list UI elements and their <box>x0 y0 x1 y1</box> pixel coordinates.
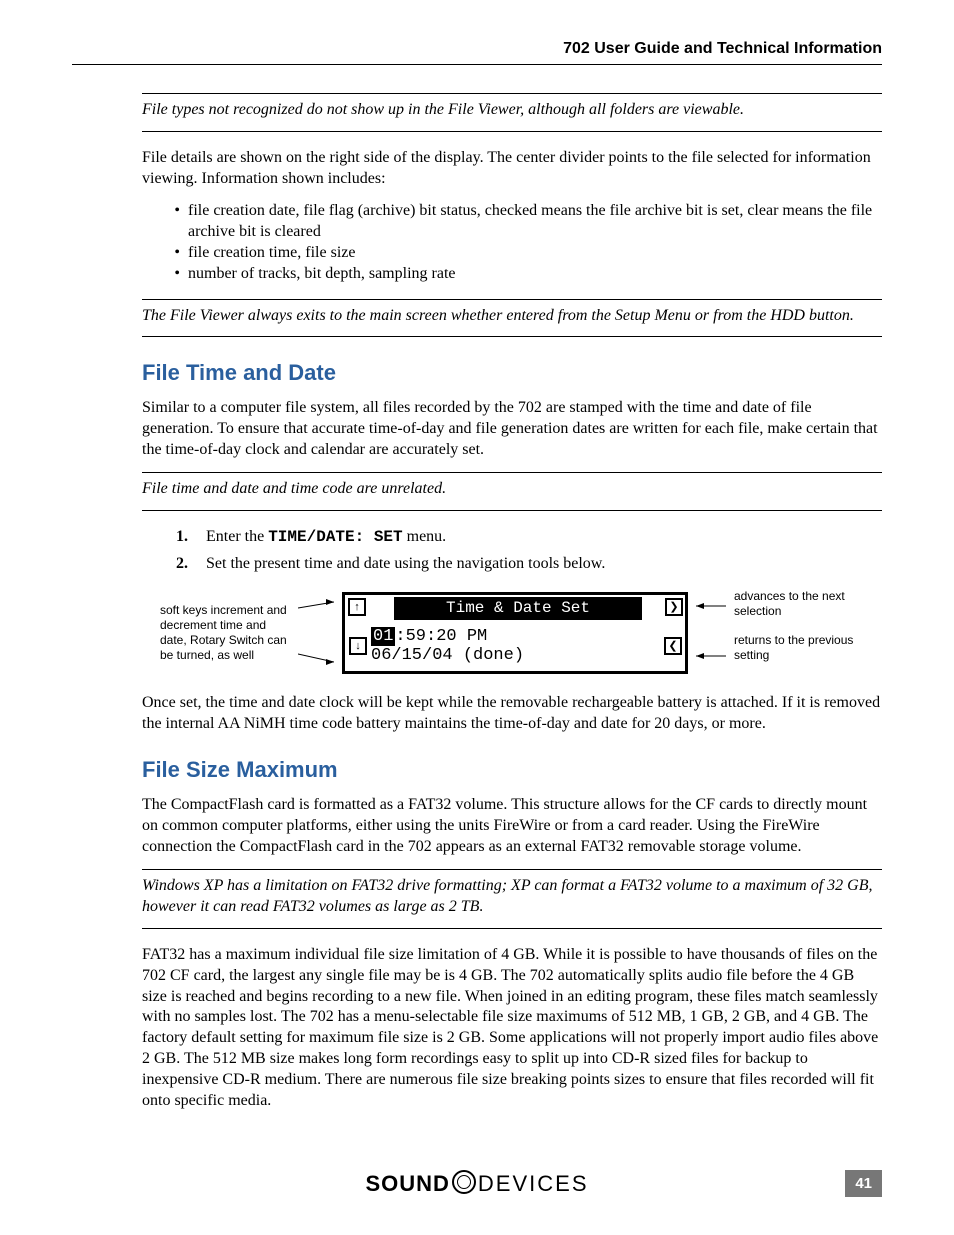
list-item: file creation date, file flag (archive) … <box>188 201 882 243</box>
lcd-screen: ↑ Time & Date Set ❯ ↓ 01:59:20 PM <box>342 592 688 674</box>
lcd-figure: soft keys increment and decrement time a… <box>142 589 882 677</box>
figure-caption-right: advances to the next selection returns t… <box>734 589 864 677</box>
running-header: 702 User Guide and Technical Information <box>72 40 882 65</box>
logo-text-bold: SOUND <box>365 1171 449 1196</box>
step-text: Enter the <box>206 528 268 545</box>
page-content: File types not recognized do not show up… <box>142 93 882 1111</box>
callout-note: File time and date and time code are unr… <box>142 472 882 511</box>
list-item: number of tracks, bit depth, sampling ra… <box>188 264 882 285</box>
lcd-time-rest: :59:20 PM <box>395 627 487 646</box>
body-paragraph: The CompactFlash card is formatted as a … <box>142 795 882 857</box>
body-paragraph: Similar to a computer file system, all f… <box>142 398 882 460</box>
lcd-readout: 01:59:20 PM 06/15/04 (done) <box>371 625 665 668</box>
lcd-hours-selected: 01 <box>371 627 395 646</box>
arrow-connector-right <box>696 598 726 668</box>
callout-note: Windows XP has a limitation on FAT32 dri… <box>142 869 882 929</box>
logo-text-thin: DEVICES <box>478 1171 589 1196</box>
caption-return: returns to the previous setting <box>734 633 864 663</box>
body-paragraph: Once set, the time and date clock will b… <box>142 693 882 735</box>
arrow-connector-left <box>298 598 334 668</box>
step-item: Set the present time and date using the … <box>206 554 882 575</box>
menu-name: TIME/DATE: SET <box>268 528 402 546</box>
page-number: 41 <box>845 1170 882 1197</box>
callout-note: The File Viewer always exits to the main… <box>142 299 882 338</box>
caption-advance: advances to the next selection <box>734 589 864 619</box>
softkey-down-icon: ↓ <box>349 637 367 655</box>
callout-note: File types not recognized do not show up… <box>142 93 882 132</box>
step-item: Enter the TIME/DATE: SET menu. <box>206 527 882 548</box>
ordered-steps: Enter the TIME/DATE: SET menu. Set the p… <box>142 527 882 575</box>
step-text: menu. <box>403 528 447 545</box>
body-paragraph: FAT32 has a maximum individual file size… <box>142 945 882 1111</box>
lcd-title: Time & Date Set <box>394 597 642 620</box>
logo-swirl-icon <box>452 1170 476 1194</box>
section-heading-file-time-date: File Time and Date <box>142 359 882 388</box>
previous-setting-icon: ❮ <box>664 637 682 655</box>
list-item: file creation time, file size <box>188 243 882 264</box>
next-selection-icon: ❯ <box>665 598 683 616</box>
lcd-date-line: 06/15/04 (done) <box>371 646 665 666</box>
section-heading-file-size-max: File Size Maximum <box>142 756 882 785</box>
bullet-list: file creation date, file flag (archive) … <box>142 201 882 284</box>
page-footer: SOUND DEVICES 41 <box>0 1170 954 1197</box>
body-paragraph: File details are shown on the right side… <box>142 148 882 190</box>
softkey-up-icon: ↑ <box>348 598 366 616</box>
page: 702 User Guide and Technical Information… <box>0 0 954 1235</box>
figure-caption-left: soft keys increment and decrement time a… <box>160 603 290 663</box>
brand-logo: SOUND DEVICES <box>365 1170 588 1197</box>
